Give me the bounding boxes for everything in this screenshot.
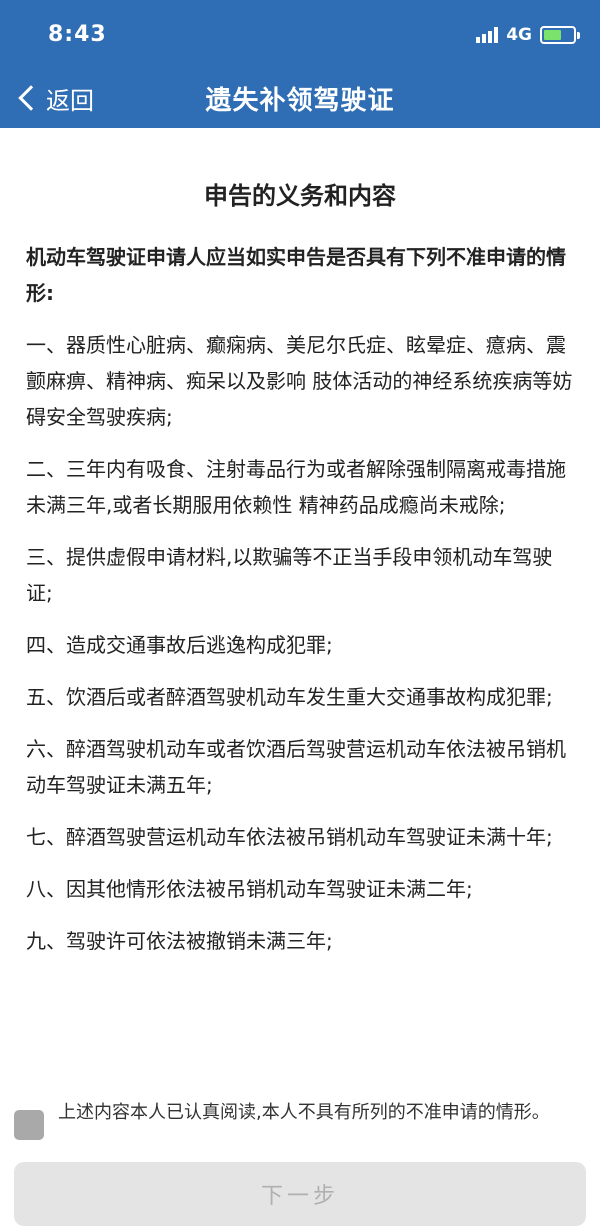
status-time: 8:43 (48, 22, 107, 47)
agreement-text: 上述内容本人已认真阅读,本人不具有所列的不准申请的情形。 (58, 1102, 550, 1123)
declaration-content: 申告的义务和内容 机动车驾驶证申请人应当如实申告是否具有下列不准申请的情形: 一… (26, 128, 574, 959)
list-item: 二、三年内有吸食、注射毒品行为或者解除强制隔离戒毒措施未满三年,或者长期服用依赖… (26, 457, 566, 517)
list-item: 七、醉酒驾驶营运机动车依法被吊销机动车驾驶证未满十年; (26, 825, 553, 849)
list-item: 四、造成交通事故后逃逸构成犯罪; (26, 633, 333, 657)
intro-text: 机动车驾驶证申请人应当如实申告是否具有下列不准申请的情形: (26, 245, 566, 305)
agreement-checkbox[interactable] (14, 1110, 44, 1140)
battery-icon (540, 26, 580, 44)
status-bar: 8:43 4G (0, 0, 600, 70)
app-header: 8:43 4G 返回 遗失补领驾驶证 (0, 0, 600, 128)
list-item: 三、提供虚假申请材料,以欺骗等不正当手段申领机动车驾驶证; (26, 545, 553, 605)
page-title: 遗失补领驾驶证 (205, 86, 395, 116)
list-item: 八、因其他情形依法被吊销机动车驾驶证未满二年; (26, 877, 473, 901)
section-title: 申告的义务和内容 (204, 182, 396, 210)
list-item: 九、驾驶许可依法被撤销未满三年; (26, 929, 333, 953)
network-type: 4G (506, 25, 532, 45)
next-step-button[interactable]: 下一步 (14, 1162, 586, 1226)
agreement-row[interactable]: 上述内容本人已认真阅读,本人不具有所列的不准申请的情形。 (14, 1102, 586, 1140)
list-item: 五、饮酒后或者醉酒驾驶机动车发生重大交通事故构成犯罪; (26, 685, 553, 709)
signal-icon (476, 27, 499, 43)
list-item: 一、器质性心脏病、癫痫病、美尼尔氏症、眩晕症、癔病、震颤麻痹、精神病、痴呆以及影… (26, 333, 573, 429)
list-item: 六、醉酒驾驶机动车或者饮酒后驾驶营运机动车依法被吊销机动车驾驶证未满五年; (26, 737, 566, 797)
nav-bar: 返回 遗失补领驾驶证 (0, 70, 600, 126)
status-icons: 4G (476, 24, 580, 46)
